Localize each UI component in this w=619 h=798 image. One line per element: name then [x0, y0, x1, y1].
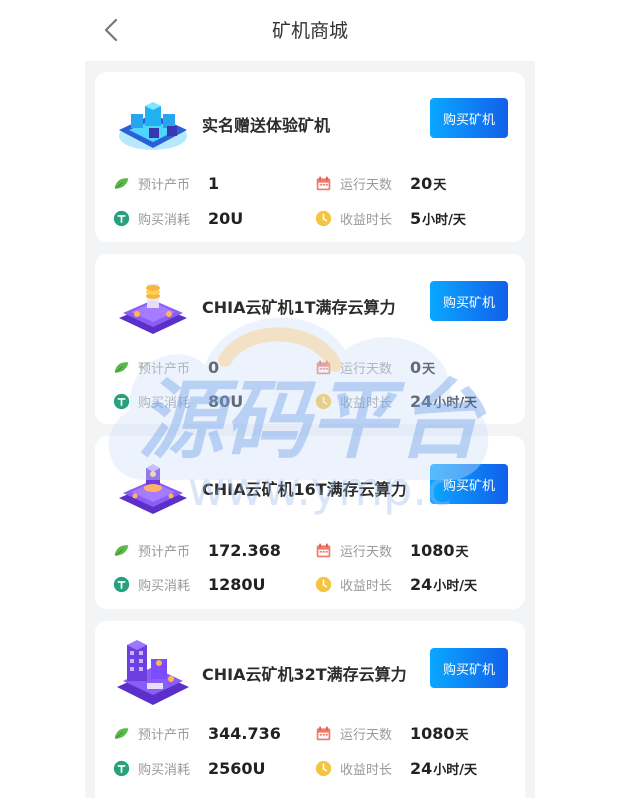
clock-icon	[315, 760, 332, 777]
product-card: CHIA云矿机1T满存云算力 购买矿机 预计产币 0 运行天数 0天 购买消耗 …	[95, 254, 525, 424]
running-days-label: 运行天数	[340, 361, 393, 377]
buy-miner-button[interactable]: 购买矿机	[430, 281, 508, 321]
expected-output: 预计产币 344.736	[113, 723, 281, 743]
running-days-value: 1080	[410, 540, 455, 560]
tether-icon	[113, 576, 130, 593]
buy-miner-button[interactable]: 购买矿机	[430, 98, 508, 138]
running-days-unit: 天	[455, 544, 469, 560]
earning-duration-value: 24	[410, 758, 433, 778]
expected-output-value: 344.736	[208, 723, 281, 743]
product-name: 实名赠送体验矿机	[202, 116, 331, 135]
expected-output-value: 172.368	[208, 540, 281, 560]
running-days-value: 1080	[410, 723, 455, 743]
calendar-icon	[315, 175, 332, 192]
product-card: 实名赠送体验矿机 购买矿机 预计产币 1 运行天数 20 天 购买消耗 20U 收…	[95, 72, 525, 242]
earning-duration-unit: 小时/天	[433, 762, 478, 778]
calendar-icon	[315, 359, 332, 376]
clock-icon	[315, 210, 332, 227]
crystal-miner-icon	[113, 454, 193, 524]
earning-duration-value: 5	[410, 208, 422, 228]
purchase-cost: 购买消耗 1280U	[113, 574, 266, 594]
earning-duration: 收益时长 5 小时/天	[315, 208, 466, 228]
purchase-cost-label: 购买消耗	[138, 762, 191, 778]
purchase-cost: 购买消耗 2560U	[113, 758, 266, 778]
earning-duration-unit: 小时/天	[433, 395, 478, 411]
earning-duration-value: 24	[410, 574, 433, 594]
expected-output: 预计产币 1	[113, 173, 219, 193]
leaf-icon	[113, 725, 130, 742]
product-name: CHIA云矿机16T满存云算力	[202, 480, 407, 499]
running-days-unit: 天	[433, 177, 447, 193]
running-days-unit: 天	[422, 361, 436, 377]
purchase-cost-label: 购买消耗	[138, 395, 191, 411]
earning-duration: 收益时长 24 小时/天	[315, 574, 477, 594]
running-days-label: 运行天数	[340, 544, 393, 560]
tether-icon	[113, 210, 130, 227]
purchase-cost-label: 购买消耗	[138, 578, 191, 594]
expected-output-label: 预计产币	[138, 727, 191, 743]
running-days-value: 20	[410, 173, 433, 193]
leaf-icon	[113, 542, 130, 559]
earning-duration-label: 收益时长	[340, 212, 393, 228]
earning-duration: 收益时长 24 小时/天	[315, 391, 477, 411]
building-miner-icon	[113, 637, 193, 707]
expected-output: 预计产币 0	[113, 357, 219, 377]
leaf-icon	[113, 175, 130, 192]
purchase-cost-value: 80U	[208, 391, 244, 411]
earning-duration-label: 收益时长	[340, 578, 393, 594]
expected-output: 预计产币 172.368	[113, 540, 281, 560]
earning-duration-value: 24	[410, 391, 433, 411]
expected-output-value: 1	[208, 173, 220, 193]
calendar-icon	[315, 725, 332, 742]
earning-duration: 收益时长 24 小时/天	[315, 758, 477, 778]
running-days: 运行天数 0天	[315, 357, 435, 377]
running-days: 运行天数 1080 天	[315, 540, 469, 560]
earning-duration-unit: 小时/天	[422, 212, 466, 228]
top-bar: 矿机商城	[85, 0, 535, 61]
purchase-cost-value: 1280U	[208, 574, 266, 594]
leaf-icon	[113, 359, 130, 376]
running-days: 运行天数 1080 天	[315, 723, 469, 743]
purchase-cost: 购买消耗 20U	[113, 208, 243, 228]
purchase-cost-value: 2560U	[208, 758, 266, 778]
server-cube-icon	[113, 90, 193, 160]
earning-duration-label: 收益时长	[340, 395, 393, 411]
expected-output-label: 预计产币	[138, 177, 191, 193]
expected-output-label: 预计产币	[138, 544, 191, 560]
earning-duration-label: 收益时长	[340, 762, 393, 778]
running-days-value: 0	[410, 357, 422, 377]
clock-icon	[315, 576, 332, 593]
coin-miner-icon	[113, 274, 193, 344]
expected-output-label: 预计产币	[138, 361, 191, 377]
product-card: CHIA云矿机16T满存云算力 购买矿机 预计产币 172.368 运行天数 1…	[95, 436, 525, 609]
buy-miner-button[interactable]: 购买矿机	[430, 648, 508, 688]
product-card: CHIA云矿机32T满存云算力 购买矿机 预计产币 344.736 运行天数 1…	[95, 621, 525, 798]
tether-icon	[113, 760, 130, 777]
earning-duration-unit: 小时/天	[433, 578, 478, 594]
running-days-label: 运行天数	[340, 727, 393, 743]
running-days-label: 运行天数	[340, 177, 393, 193]
page-title: 矿机商城	[271, 20, 348, 42]
running-days: 运行天数 20 天	[315, 173, 446, 193]
clock-icon	[315, 393, 332, 410]
purchase-cost: 购买消耗 80U	[113, 391, 243, 411]
product-name: CHIA云矿机1T满存云算力	[202, 298, 396, 317]
purchase-cost-label: 购买消耗	[138, 212, 191, 228]
calendar-icon	[315, 542, 332, 559]
product-name: CHIA云矿机32T满存云算力	[202, 665, 407, 684]
buy-miner-button[interactable]: 购买矿机	[430, 464, 508, 504]
tether-icon	[113, 393, 130, 410]
purchase-cost-value: 20U	[208, 208, 244, 228]
app-frame: 矿机商城 实名赠送体验矿机 购买矿机 预计产币 1 运行天数 20 天 购买消耗…	[85, 0, 535, 798]
expected-output-value: 0	[208, 357, 220, 377]
running-days-unit: 天	[455, 727, 469, 743]
